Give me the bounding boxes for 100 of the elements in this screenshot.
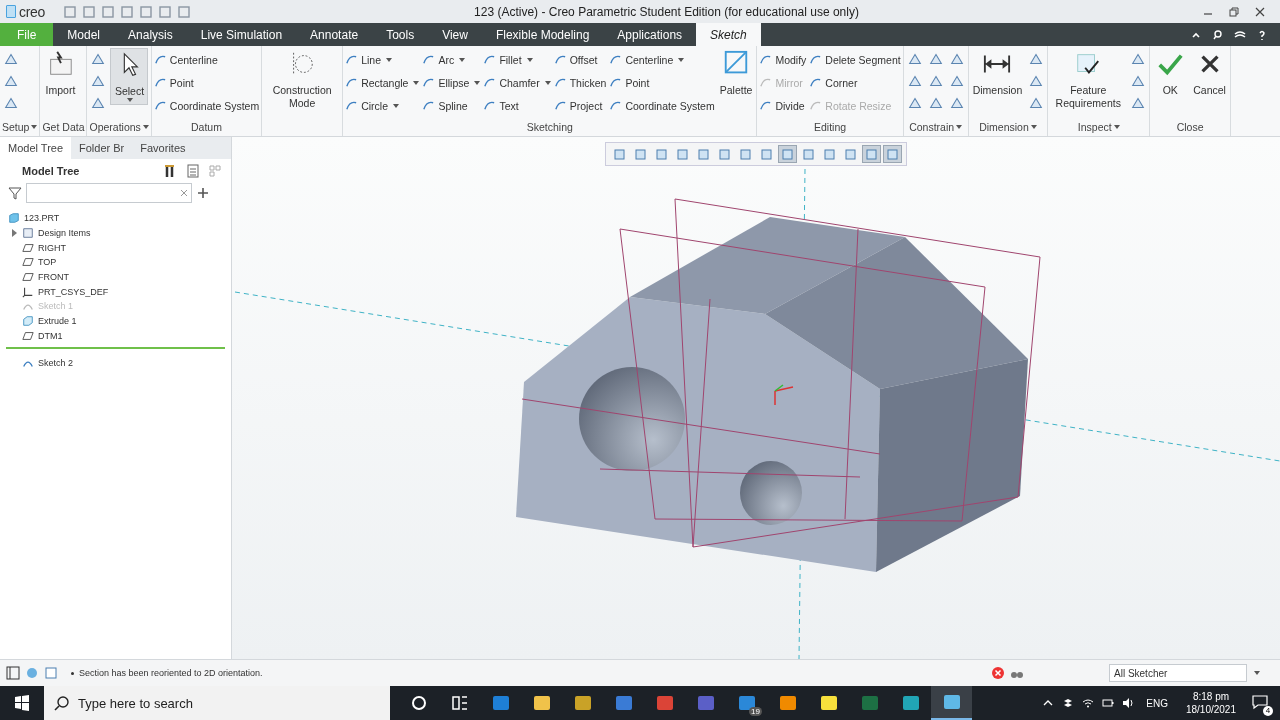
caret-icon[interactable] <box>31 125 38 129</box>
ribbon-button[interactable]: Circle <box>345 94 420 117</box>
triangle-icon[interactable] <box>927 73 944 89</box>
triangle-icon[interactable] <box>3 95 19 111</box>
windows-icon[interactable] <box>14 695 30 711</box>
triangle-icon[interactable] <box>906 51 923 67</box>
tree-item[interactable]: TOP <box>8 255 231 270</box>
ribbon-button[interactable]: Divide <box>759 94 807 117</box>
restore-icon[interactable] <box>1228 5 1240 18</box>
stop-icon[interactable] <box>991 666 1005 680</box>
view-tool-button[interactable] <box>862 145 881 163</box>
toolbar-icon[interactable] <box>101 4 116 19</box>
ribbon-button[interactable]: Palette <box>717 48 755 99</box>
menu-tab[interactable]: Live Simulation <box>186 23 297 46</box>
caret-icon[interactable] <box>142 125 149 129</box>
tree-item[interactable]: PRT_CSYS_DEF <box>8 284 231 300</box>
triangle-icon[interactable] <box>1028 95 1045 111</box>
ribbon-button[interactable]: Delete Segment <box>809 48 901 71</box>
caret-icon[interactable] <box>1254 671 1260 675</box>
panel-tab[interactable]: Favorites <box>132 137 194 159</box>
ribbon-button[interactable]: Centerline <box>153 48 260 71</box>
ribbon-button[interactable]: Import <box>42 48 79 99</box>
ribbon-button[interactable]: Feature Requirements <box>1050 48 1127 112</box>
triangle-icon[interactable] <box>948 95 965 111</box>
triangle-icon[interactable] <box>948 51 965 67</box>
ribbon-button[interactable]: Thicken <box>553 71 607 94</box>
search-field[interactable] <box>26 183 192 203</box>
triangle-icon[interactable] <box>1130 95 1147 111</box>
tree-item[interactable]: Extrude 1 <box>8 313 231 329</box>
toolbar-icon[interactable] <box>120 4 135 19</box>
menu-tab[interactable]: View <box>428 23 482 46</box>
triangle-icon[interactable] <box>90 51 107 67</box>
ribbon-button[interactable]: Spline <box>422 94 481 117</box>
toolbar-icon[interactable] <box>63 4 78 19</box>
filter-icon[interactable] <box>8 186 22 200</box>
clear-icon[interactable] <box>180 189 188 197</box>
triangle-icon[interactable] <box>90 73 107 89</box>
ribbon-button[interactable]: Select <box>110 48 149 105</box>
caret-icon[interactable] <box>956 125 963 129</box>
menu-tab[interactable]: Model <box>53 23 115 46</box>
help-icon[interactable] <box>1256 28 1268 41</box>
settings-icon[interactable] <box>1234 28 1246 41</box>
square-icon[interactable] <box>44 666 58 680</box>
ribbon-button[interactable]: Ellipse <box>422 71 481 94</box>
triangle-icon[interactable] <box>3 51 19 67</box>
toolbar-icon[interactable] <box>82 4 97 19</box>
notification-icon[interactable] <box>1252 694 1268 710</box>
tree-item[interactable]: RIGHT <box>8 240 231 256</box>
triangle-icon[interactable] <box>1028 51 1045 67</box>
clock-date[interactable]: 18/10/2021 <box>1185 703 1236 716</box>
search-icon[interactable] <box>1212 28 1224 41</box>
menu-tab[interactable]: Annotate <box>296 23 373 46</box>
tree-item[interactable]: DTM1 <box>8 328 231 344</box>
tree-item[interactable]: Sketch 2 <box>8 355 231 370</box>
menu-tab[interactable]: Flexible Modeling <box>481 23 604 46</box>
ribbon-button[interactable]: Offset <box>553 48 607 71</box>
speaker-icon[interactable] <box>1122 697 1135 709</box>
close-icon[interactable] <box>1254 5 1266 18</box>
panel-tab[interactable]: Model Tree <box>0 137 72 159</box>
caret-icon[interactable] <box>1113 125 1120 129</box>
globe-icon[interactable] <box>25 666 39 680</box>
ribbon-button[interactable]: Point <box>609 71 715 94</box>
ribbon-button[interactable]: Centerline <box>609 48 715 71</box>
triangle-icon[interactable] <box>3 73 19 89</box>
triangle-icon[interactable] <box>906 95 923 111</box>
ribbon-button[interactable]: Coordinate System <box>153 94 260 117</box>
ribbon-button[interactable]: Cancel <box>1191 48 1228 99</box>
tree-item[interactable]: FRONT <box>8 269 231 285</box>
ribbon-button[interactable]: Project <box>553 94 607 117</box>
ribbon-button[interactable]: Fillet <box>483 48 551 71</box>
ribbon-button[interactable]: OK <box>1152 48 1189 99</box>
ribbon-button[interactable]: Corner <box>809 71 901 94</box>
ribbon-button[interactable]: Line <box>345 48 420 71</box>
ribbon-button[interactable]: Construction Mode <box>264 48 341 112</box>
tree-item[interactable]: Design Items <box>8 225 231 241</box>
ribbon-button[interactable]: Modify <box>759 48 807 71</box>
ribbon-button[interactable]: Dimension <box>970 48 1025 99</box>
language-indicator[interactable]: ENG <box>1146 697 1168 709</box>
taskbar-button[interactable]: 19 <box>726 686 767 720</box>
search-field[interactable]: Type here to search <box>44 686 390 720</box>
ribbon-button[interactable]: Text <box>483 94 551 117</box>
battery-icon[interactable] <box>1102 697 1115 709</box>
triangle-icon[interactable] <box>927 51 944 67</box>
ribbon-button[interactable]: Coordinate System <box>609 94 715 117</box>
ribbon-button[interactable]: Rectangle <box>345 71 420 94</box>
wifi-icon[interactable] <box>1082 697 1095 709</box>
caret-icon[interactable] <box>1030 125 1037 129</box>
clock-time[interactable]: 8:18 pm <box>1192 690 1230 703</box>
view-tool-button[interactable] <box>778 145 797 163</box>
triangle-icon[interactable] <box>1130 51 1147 67</box>
triangle-icon[interactable] <box>90 95 107 111</box>
ribbon-button[interactable]: Point <box>153 71 260 94</box>
ribbon-button[interactable]: Chamfer <box>483 71 551 94</box>
panel-icon[interactable] <box>6 666 20 680</box>
toolbar-icon[interactable] <box>158 4 173 19</box>
view-tool-button[interactable] <box>883 145 902 163</box>
toolbar-icon[interactable] <box>177 4 192 19</box>
triangle-icon[interactable] <box>927 95 944 111</box>
triangle-icon[interactable] <box>1130 73 1147 89</box>
search-icon[interactable] <box>54 695 70 711</box>
